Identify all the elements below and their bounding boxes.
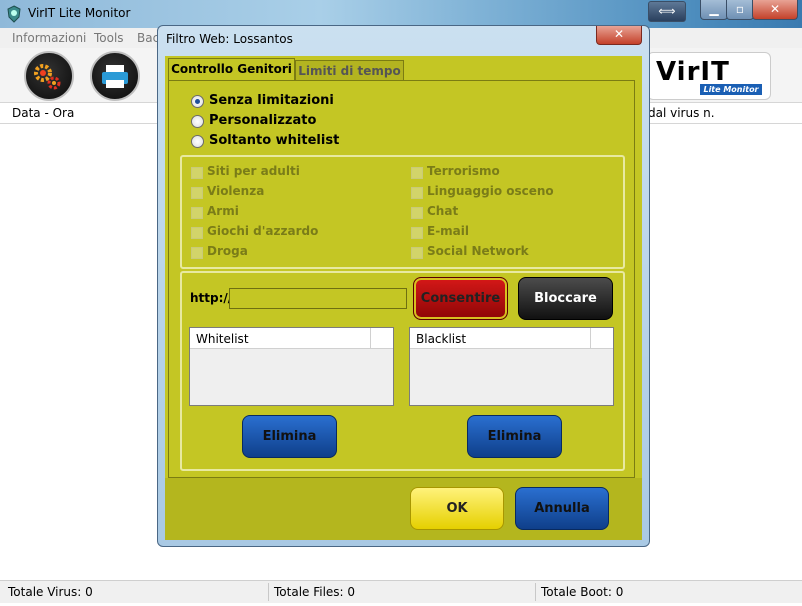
checkbox-label: Armi <box>207 204 239 218</box>
minimize-button[interactable]: ▁ <box>700 0 728 20</box>
categories-group: Siti per adulti Violenza Armi Giochi d'a… <box>180 155 625 269</box>
column-data-ora[interactable]: Data - Ora <box>12 106 74 120</box>
logo-subtitle: Lite Monitor <box>700 84 762 95</box>
virit-logo: VirIT Lite Monitor <box>647 52 771 100</box>
checkbox-linguaggio-osceno[interactable] <box>411 187 423 199</box>
url-input[interactable] <box>229 288 407 309</box>
status-total-files: Totale Files: 0 <box>274 585 356 599</box>
parental-control-panel: Senza limitazioni Personalizzato Soltant… <box>168 80 635 478</box>
whitelist-header: Whitelist <box>190 328 393 349</box>
checkbox-email[interactable] <box>411 227 423 239</box>
blacklist-column: Blacklist <box>416 332 467 346</box>
app-shield-icon <box>7 5 21 23</box>
checkbox-label: Terrorismo <box>427 164 500 178</box>
checkbox-terrorismo[interactable] <box>411 167 423 179</box>
main-titlebar[interactable]: VirIT Lite Monitor ⟺ ▁ ▫ ✕ <box>0 0 802 28</box>
tab-controllo-genitori[interactable]: Controllo Genitori <box>168 58 295 81</box>
checkbox-label: Social Network <box>427 244 529 258</box>
checkbox-label: Linguaggio osceno <box>427 184 554 198</box>
web-filter-dialog: Filtro Web: Lossantos ✕ Controllo Genito… <box>157 25 650 547</box>
gears-icon <box>34 64 61 90</box>
radio-senza-limitazioni[interactable] <box>191 95 204 108</box>
blacklist-header: Blacklist <box>410 328 613 349</box>
dialog-title: Filtro Web: Lossantos <box>166 32 293 46</box>
checkbox-droga[interactable] <box>191 247 203 259</box>
checkbox-giochi-azzardo[interactable] <box>191 227 203 239</box>
cancel-button[interactable]: Annulla <box>515 487 609 530</box>
printer-icon <box>102 65 128 88</box>
app-title: VirIT Lite Monitor <box>28 6 131 20</box>
checkbox-armi[interactable] <box>191 207 203 219</box>
http-prefix-label: http:// <box>190 291 233 305</box>
delete-blacklist-button[interactable]: Elimina <box>467 415 562 458</box>
radio-soltanto-whitelist[interactable] <box>191 135 204 148</box>
status-divider <box>268 583 269 601</box>
column-divider <box>590 328 591 348</box>
whitelist-list[interactable]: Whitelist <box>189 327 394 406</box>
blacklist-list[interactable]: Blacklist <box>409 327 614 406</box>
block-button[interactable]: Bloccare <box>518 277 613 320</box>
delete-whitelist-button[interactable]: Elimina <box>242 415 337 458</box>
allow-button[interactable]: Consentire <box>413 277 508 320</box>
print-button[interactable] <box>90 51 140 101</box>
status-divider <box>535 583 536 601</box>
close-window-button[interactable]: ✕ <box>752 0 798 20</box>
checkbox-label: Droga <box>207 244 248 258</box>
checkbox-chat[interactable] <box>411 207 423 219</box>
statusbar: Totale Virus: 0 Totale Files: 0 Totale B… <box>0 580 802 603</box>
ok-button[interactable]: OK <box>410 487 504 530</box>
checkbox-social-network[interactable] <box>411 247 423 259</box>
maximize-button[interactable]: ▫ <box>726 0 754 20</box>
whitelist-column: Whitelist <box>196 332 249 346</box>
column-virus-n[interactable]: dal virus n. <box>648 106 715 120</box>
menu-tools[interactable]: Tools <box>94 31 124 45</box>
url-lists-group: http:// Consentire Bloccare Whitelist Bl… <box>180 271 625 471</box>
checkbox-violenza[interactable] <box>191 187 203 199</box>
settings-gear-button[interactable] <box>24 51 74 101</box>
radio-label[interactable]: Senza limitazioni <box>209 93 334 108</box>
checkbox-label: Violenza <box>207 184 265 198</box>
checkbox-label: Giochi d'azzardo <box>207 224 319 238</box>
menu-backup[interactable]: Bac <box>137 31 159 45</box>
checkbox-label: Chat <box>427 204 459 218</box>
menu-informazioni[interactable]: Informazioni <box>12 31 86 45</box>
checkbox-siti-adulti[interactable] <box>191 167 203 179</box>
status-total-boot: Totale Boot: 0 <box>541 585 624 599</box>
radio-personalizzato[interactable] <box>191 115 204 128</box>
radio-label[interactable]: Personalizzato <box>209 113 316 128</box>
dialog-close-button[interactable]: ✕ <box>596 26 642 45</box>
column-divider <box>370 328 371 348</box>
status-total-virus: Totale Virus: 0 <box>8 585 93 599</box>
tab-limiti-di-tempo[interactable]: Limiti di tempo <box>295 60 404 81</box>
checkbox-label: Siti per adulti <box>207 164 300 178</box>
checkbox-label: E-mail <box>427 224 470 238</box>
restore-icon[interactable]: ⟺ <box>648 1 686 22</box>
logo-text: VirIT <box>656 57 730 87</box>
radio-label[interactable]: Soltanto whitelist <box>209 133 339 148</box>
